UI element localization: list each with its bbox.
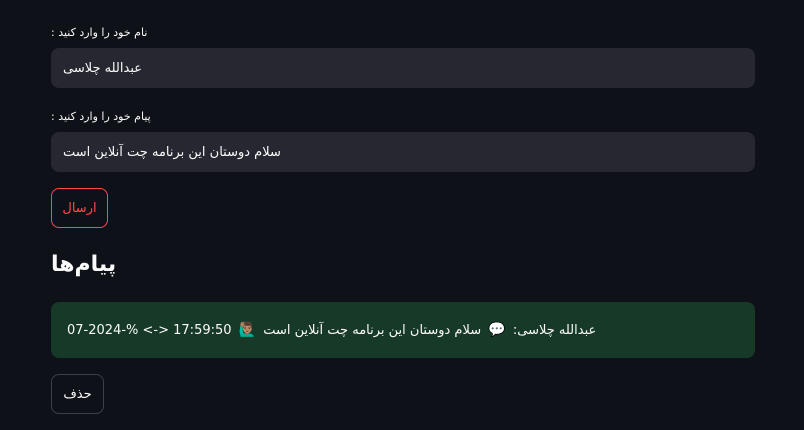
name-label: نام خود را وارد کنید : [51, 26, 148, 39]
name-input[interactable]: عبدالله چلاسی [51, 48, 755, 88]
message-author: عبدالله چلاسی: [512, 323, 597, 338]
message-text: سلام دوستان این برنامه چت آنلاین است [263, 323, 482, 338]
message-input[interactable]: سلام دوستان این برنامه چت آنلاین است [51, 132, 755, 172]
message-input-value: سلام دوستان این برنامه چت آنلاین است [63, 144, 281, 160]
messages-heading: پیام‌ها [51, 252, 117, 277]
person-raising-hand-icon: 🙋🏽‍♂️ [238, 322, 257, 338]
message-content: عبدالله چلاسی: 💬 سلام دوستان این برنامه … [67, 322, 596, 338]
message-item: عبدالله چلاسی: 💬 سلام دوستان این برنامه … [51, 302, 755, 358]
chat-app: نام خود را وارد کنید : عبدالله چلاسی پیا… [0, 0, 804, 430]
name-input-value: عبدالله چلاسی [63, 60, 143, 76]
message-timestamp: 17:59:50 <-> %-2024-07 [67, 323, 232, 338]
speech-bubble-icon: 💬 [488, 322, 506, 338]
send-button[interactable]: ارسال [51, 188, 108, 228]
delete-button[interactable]: حذف [51, 374, 104, 414]
message-label: پیام خود را وارد کنید : [51, 110, 151, 123]
